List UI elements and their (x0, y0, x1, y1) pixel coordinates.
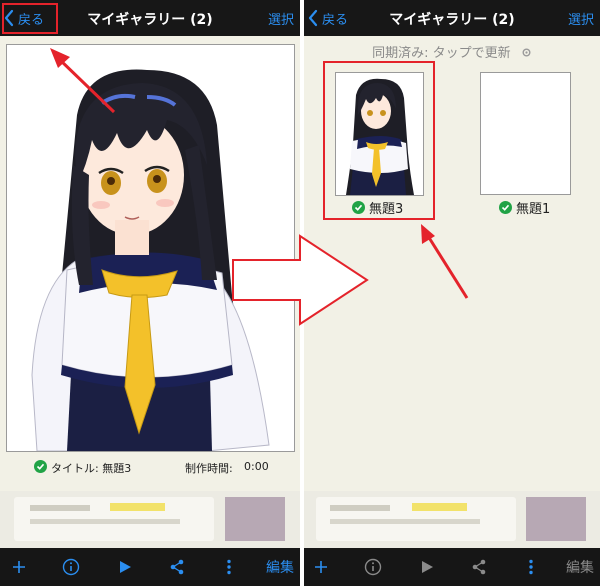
edit-button[interactable]: 編集 (262, 548, 298, 586)
check-icon (34, 460, 47, 473)
share-button[interactable] (160, 548, 194, 586)
info-button[interactable] (356, 548, 390, 586)
gear-icon (522, 48, 531, 57)
gallery-view: 戻る マイギャラリー (2) 選択 同期済み: タップで更新 無題3 無題1 編… (304, 0, 600, 586)
plus-icon (315, 561, 327, 573)
edit-button[interactable]: 編集 (562, 548, 598, 586)
ad-banner[interactable] (304, 491, 600, 548)
sync-status-text: 同期済み: タップで更新 (372, 46, 511, 61)
more-icon (529, 559, 533, 575)
play-icon (422, 561, 433, 573)
check-icon (499, 201, 512, 214)
select-button[interactable]: 選択 (268, 9, 294, 28)
highlight-box (2, 3, 58, 34)
play-button[interactable] (108, 548, 142, 586)
nav-bar: 戻る マイギャラリー (2) 選択 (304, 0, 600, 36)
gallery-item-name: 無題1 (516, 202, 551, 217)
ad-banner[interactable] (0, 491, 300, 548)
more-button[interactable] (514, 548, 548, 586)
gallery-item-label: 無題1 (499, 198, 550, 217)
play-button[interactable] (410, 548, 444, 586)
info-icon (62, 558, 80, 576)
thumbnail-image (481, 73, 570, 194)
add-button[interactable] (304, 548, 338, 586)
detail-view: 戻る マイギャラリー (2) 選択 タイトル: 無題3 制作時間: 0:00 編… (0, 0, 300, 586)
plus-icon (13, 561, 25, 573)
bottom-toolbar: 編集 (304, 548, 600, 586)
more-button[interactable] (212, 548, 246, 586)
time-value: 0:00 (244, 460, 269, 473)
play-icon (120, 561, 131, 573)
gallery-item-name: 無題3 (369, 202, 404, 217)
share-icon (472, 559, 486, 575)
more-icon (227, 559, 231, 575)
artwork-illustration (7, 45, 294, 452)
artwork-info: タイトル: 無題3 制作時間: 0:00 (0, 458, 300, 476)
time-label: 制作時間: (185, 462, 233, 475)
share-button[interactable] (462, 548, 496, 586)
check-icon (352, 201, 365, 214)
info-icon (364, 558, 382, 576)
gallery-item-label: 無題3 (352, 198, 403, 217)
page-title: マイギャラリー (2) (389, 12, 515, 28)
artwork-preview[interactable] (6, 44, 295, 452)
highlight-box (323, 61, 435, 220)
bottom-toolbar: 編集 (0, 548, 300, 586)
share-icon (170, 559, 184, 575)
info-button[interactable] (54, 548, 88, 586)
add-button[interactable] (2, 548, 36, 586)
artwork-title: タイトル: 無題3 (51, 462, 132, 475)
gallery-item[interactable] (480, 72, 571, 195)
select-button[interactable]: 選択 (568, 9, 594, 28)
sync-status[interactable]: 同期済み: タップで更新 (304, 42, 600, 61)
